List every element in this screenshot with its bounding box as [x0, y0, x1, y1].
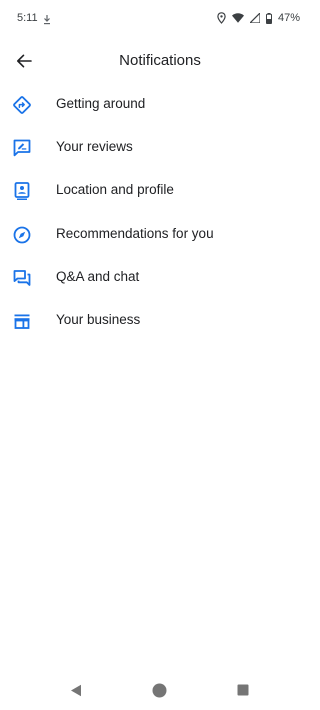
- rate-review-icon: [12, 138, 32, 158]
- storefront-icon: [12, 311, 32, 331]
- wifi-icon: [231, 13, 244, 23]
- location-icon: [217, 12, 226, 24]
- nav-home-button[interactable]: [151, 682, 167, 698]
- back-triangle-icon: [71, 684, 81, 696]
- menu-label: Location and profile: [56, 182, 174, 198]
- download-icon: [43, 12, 51, 25]
- home-circle-icon: [152, 683, 166, 697]
- menu-label: Your business: [56, 311, 141, 327]
- menu-item-your-business[interactable]: Your business: [0, 299, 320, 342]
- menu-item-getting-around[interactable]: Getting around: [0, 83, 320, 126]
- directions-icon: [12, 95, 32, 115]
- status-icons: 47%: [217, 11, 300, 25]
- system-navigation-bar: [0, 670, 320, 710]
- menu-item-location-and-profile[interactable]: Location and profile: [0, 169, 320, 212]
- menu-item-recommendations-for-you[interactable]: Recommendations for you: [0, 213, 320, 256]
- app-bar: Notifications: [0, 38, 320, 84]
- notification-settings-list: Getting around Your reviews Location and…: [0, 83, 320, 342]
- signal-icon: [249, 13, 260, 23]
- nav-back-button[interactable]: [68, 682, 84, 698]
- menu-item-qa-and-chat[interactable]: Q&A and chat: [0, 256, 320, 299]
- status-time: 5:11: [17, 12, 38, 24]
- recents-square-icon: [237, 684, 249, 696]
- menu-label: Your reviews: [56, 139, 133, 155]
- explore-icon: [12, 225, 32, 245]
- contact-profile-icon: [12, 181, 32, 201]
- menu-label: Q&A and chat: [56, 268, 140, 284]
- forum-icon: [12, 268, 32, 288]
- battery-percent: 47%: [277, 12, 300, 24]
- menu-label: Getting around: [56, 96, 146, 111]
- nav-recents-button[interactable]: [235, 682, 251, 698]
- menu-label: Recommendations for you: [56, 225, 214, 241]
- page-title: Notifications: [119, 52, 201, 69]
- battery-icon: [265, 12, 272, 24]
- status-bar: 5:11 47%: [0, 0, 320, 38]
- menu-item-your-reviews[interactable]: Your reviews: [0, 126, 320, 169]
